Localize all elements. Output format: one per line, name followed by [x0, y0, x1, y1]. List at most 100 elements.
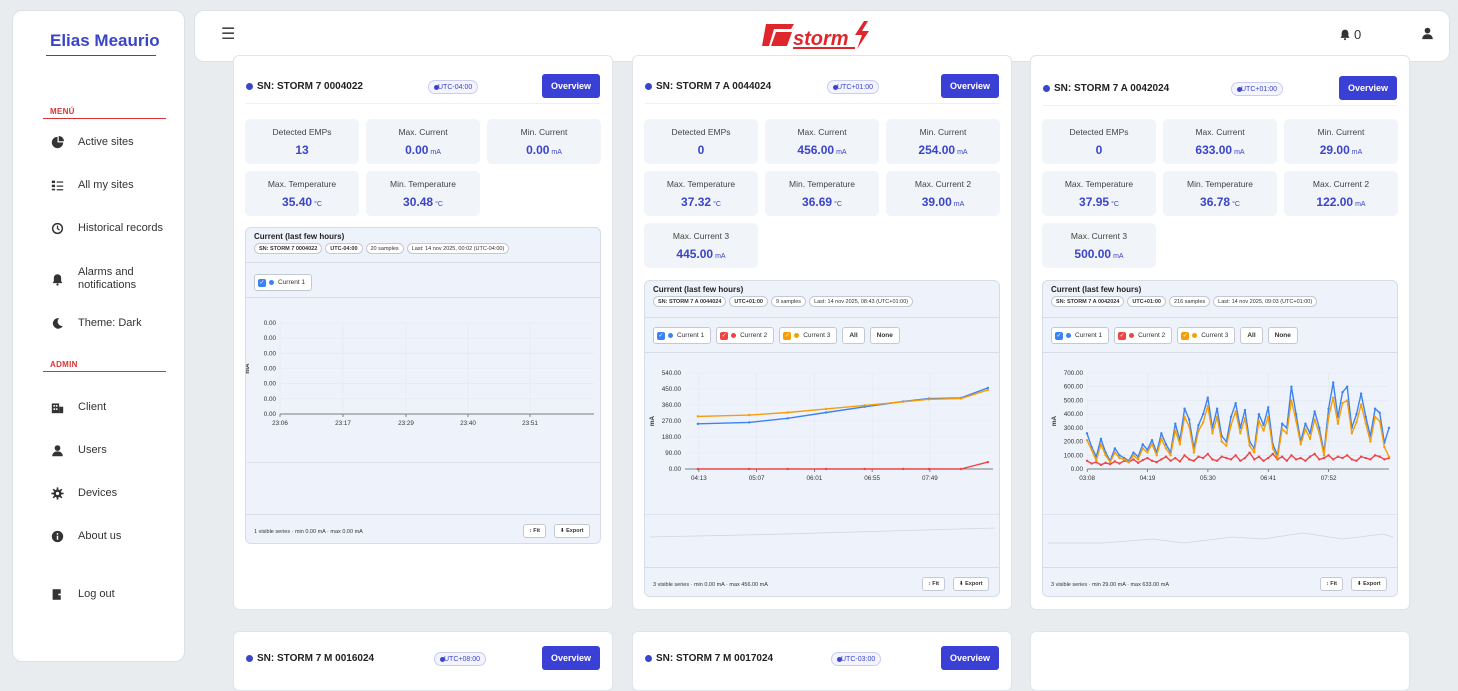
fit-button[interactable]: ↕ Fit [922, 577, 945, 591]
export-button[interactable]: ⬇ Export [554, 524, 590, 538]
nav-historical-records[interactable]: Historical records [51, 222, 163, 235]
nav-about-us[interactable]: About us [51, 530, 121, 543]
metric-unit: mA [1351, 149, 1363, 156]
device-serial: SN: STORM 7 0004022 [257, 80, 363, 92]
data-point [1132, 451, 1135, 454]
metric-label: Max. Current 3 [1070, 231, 1128, 241]
nav-all-my-sites[interactable]: All my sites [51, 179, 134, 192]
building-icon [51, 403, 64, 414]
y-tick-label: 0.00 [264, 411, 277, 418]
data-point [1332, 458, 1335, 461]
data-point [1355, 459, 1358, 462]
data-point [1313, 410, 1316, 413]
data-point [1322, 454, 1326, 457]
data-point [1308, 437, 1312, 441]
data-point [1243, 417, 1247, 420]
notifications-button[interactable]: 0 [1339, 27, 1361, 42]
metric-min-current: Min. Current 0.00 mA [487, 119, 601, 164]
logout-icon [52, 589, 64, 600]
metric-unit: °C [1111, 201, 1119, 208]
data-point [696, 415, 700, 418]
timezone-text: UTC-03:00 [841, 655, 876, 663]
hamburger-icon[interactable]: ☰ [221, 24, 235, 44]
data-point [1387, 455, 1391, 458]
metric-label: Max. Current [1195, 127, 1245, 137]
fit-button[interactable]: ↕ Fit [523, 524, 546, 538]
metric-min-current: Min. Current 254.00 mA [886, 119, 1000, 164]
metric-value: 0 [1095, 143, 1103, 157]
nav-alarms-notifications[interactable]: Alarms and notifications [51, 266, 171, 292]
nav-active-sites[interactable]: Active sites [51, 136, 134, 149]
user-menu-button[interactable] [1421, 26, 1434, 45]
nav-devices[interactable]: Devices [51, 487, 117, 500]
data-point [1332, 396, 1335, 399]
data-point [1336, 422, 1340, 425]
metric-max-current-3: Max. Current 3 445.00 mA [644, 223, 758, 268]
data-point [1234, 401, 1237, 405]
data-point [1327, 454, 1330, 457]
status-dot [645, 82, 652, 90]
y-tick-label: 100.00 [1064, 452, 1084, 459]
data-point [1155, 454, 1158, 457]
export-button[interactable]: ⬇ Export [953, 577, 989, 591]
timezone-badge: UTC-04:00 [428, 80, 479, 94]
data-point [1099, 437, 1103, 441]
data-point [1359, 403, 1363, 406]
data-point [1095, 459, 1098, 462]
data-point [1327, 415, 1330, 419]
nav-log-out[interactable]: Log out [51, 588, 115, 601]
admin-section-divider [43, 371, 166, 372]
export-button[interactable]: ⬇ Export [1351, 577, 1387, 591]
nav-label: Users [78, 444, 107, 456]
user-name-underline [46, 55, 156, 56]
data-point [1160, 458, 1163, 461]
nav-users[interactable]: Users [51, 444, 107, 457]
data-point [1229, 458, 1233, 461]
metric-value: 122.00 [1316, 195, 1354, 209]
overview-button[interactable]: Overview [542, 74, 600, 98]
metric-value: 39.00 [921, 195, 952, 209]
x-tick-label: 07:52 [1321, 475, 1337, 482]
overview-button[interactable]: Overview [941, 646, 999, 670]
nav-theme-toggle[interactable]: Theme: Dark [51, 317, 142, 330]
data-point [1090, 448, 1093, 451]
overview-button[interactable]: Overview [542, 646, 600, 670]
x-tick-label: 06:55 [864, 475, 880, 482]
metric-min-temperature: Min. Temperature 36.69 °C [765, 171, 879, 216]
nav-label: Devices [78, 487, 118, 499]
data-point [1285, 432, 1288, 435]
data-point [1113, 451, 1117, 454]
data-point [1220, 455, 1223, 458]
data-point [1215, 407, 1219, 410]
data-point [1369, 440, 1372, 443]
data-point [1239, 459, 1242, 462]
data-point [1332, 381, 1335, 384]
nav-client[interactable]: Client [51, 401, 106, 414]
device-serial: SN: STORM 7 A 0044024 [656, 80, 772, 92]
x-tick-label: 05:07 [749, 475, 765, 482]
list-icon [51, 180, 64, 191]
data-point [1257, 455, 1261, 458]
data-point [1146, 451, 1149, 454]
data-point [1383, 445, 1386, 449]
y-tick-label: 0.00 [264, 381, 277, 388]
y-tick-label: 0.00 [669, 466, 682, 473]
y-tick-label: 180.00 [662, 434, 682, 441]
card-divider [246, 103, 600, 104]
data-point [1160, 437, 1163, 441]
menu-section-label: MENÚ [50, 107, 75, 116]
data-point [1201, 421, 1205, 424]
data-point [901, 400, 905, 403]
data-point [1146, 456, 1149, 460]
fit-button[interactable]: ↕ Fit [1320, 577, 1343, 591]
metric-detected-emps: Detected EMPs 0 [1042, 119, 1156, 164]
x-tick-label: 04:13 [691, 475, 707, 482]
chart-panel: Current (last few hours) SN: STORM 7 A 0… [1042, 280, 1398, 597]
data-point [1253, 451, 1256, 454]
data-point [1345, 454, 1349, 457]
device-card: SN: STORM 7 0004022 UTC-04:00 Overview D… [233, 55, 613, 610]
overview-button[interactable]: Overview [1339, 76, 1397, 100]
data-point [1373, 407, 1377, 410]
metric-label: Min. Temperature [1187, 179, 1253, 189]
overview-button[interactable]: Overview [941, 74, 999, 98]
